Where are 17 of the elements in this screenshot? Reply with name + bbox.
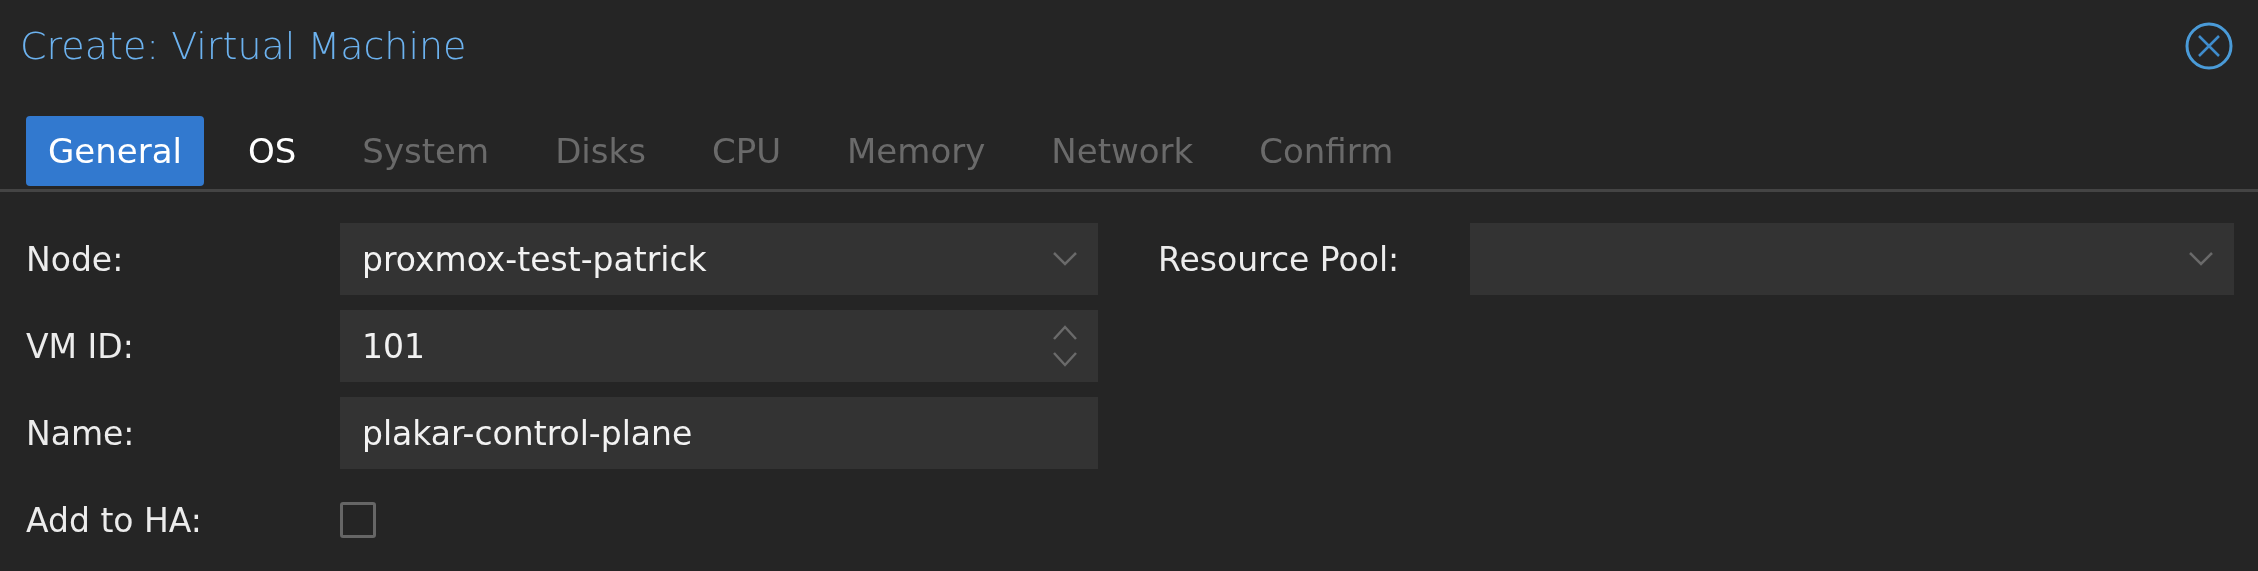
number-field[interactable]: 101 xyxy=(340,310,1098,382)
window-title: Create: Virtual Machine xyxy=(20,24,467,68)
dropdown-field[interactable] xyxy=(1470,223,2234,295)
tab[interactable]: General xyxy=(26,116,204,186)
spinner-icon[interactable] xyxy=(1052,323,1078,369)
caret-icon xyxy=(2188,251,2214,267)
field-label: VM ID: xyxy=(26,326,135,366)
field-label: Add to HA: xyxy=(26,500,203,540)
close-icon[interactable] xyxy=(2184,21,2234,71)
field-label: Node: xyxy=(26,239,125,279)
caret-icon xyxy=(1052,251,1078,267)
checkbox[interactable] xyxy=(340,502,376,538)
field-label: Name: xyxy=(26,413,136,453)
field-label: Resource Pool: xyxy=(1158,239,1401,279)
dropdown-field[interactable]: proxmox-test-patrick xyxy=(340,223,1098,295)
text-field[interactable]: plakar-control-plane xyxy=(340,397,1098,469)
tab[interactable]: OS xyxy=(226,116,319,186)
